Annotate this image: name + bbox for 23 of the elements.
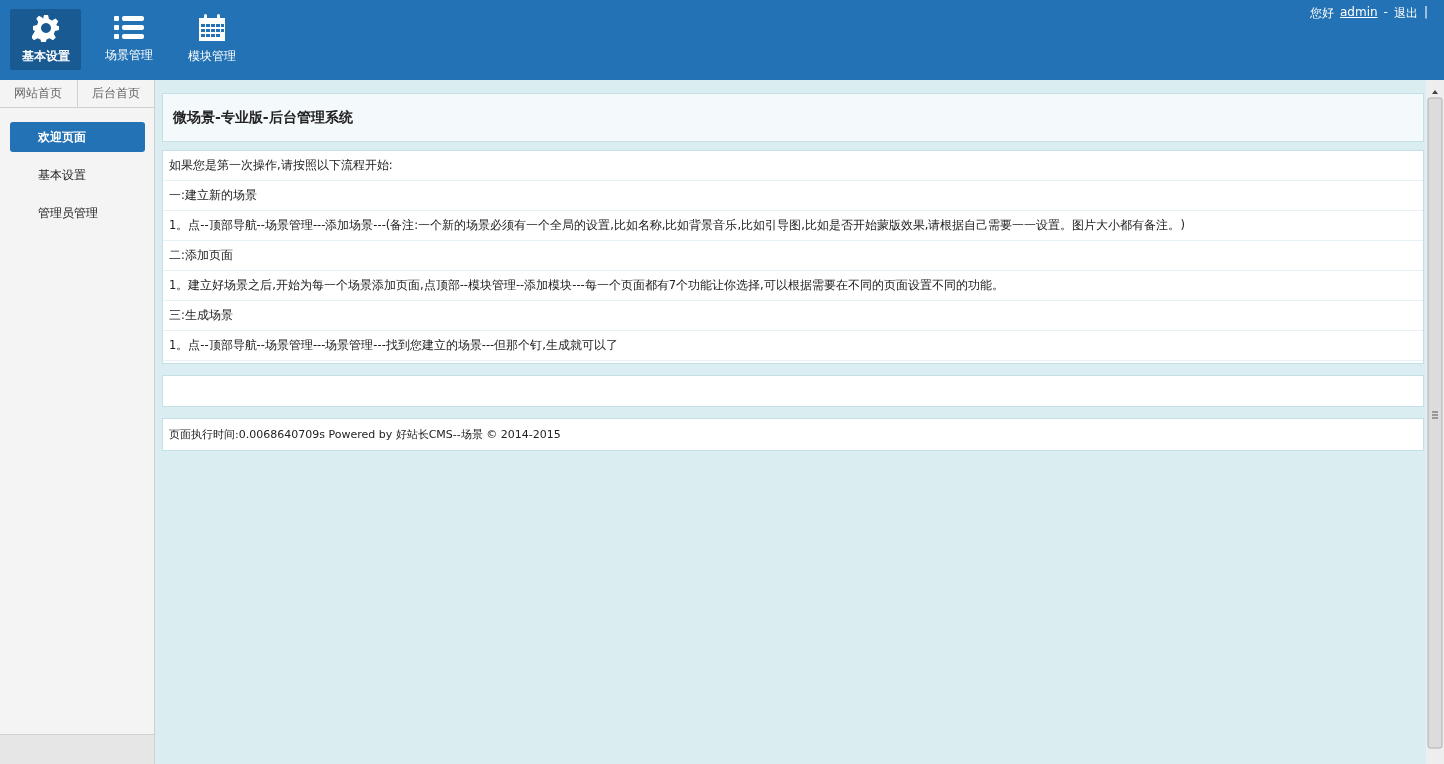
footer-text: 页面执行时间:0.0068640709s Powered by 好站长CMS--场景 © 2014-2015 xyxy=(162,418,1424,451)
logout-link[interactable]: 退出 xyxy=(1393,5,1418,22)
page-title: 微场景-专业版-后台管理系统 xyxy=(162,93,1424,142)
separator-text: - xyxy=(1383,5,1388,21)
instruction-line: 1。建立好场景之后,开始为每一个场景添加页面,点顶部--模块管理--添加模块---每一个页面都有7个功能让你选择,可以根据需要在不同的页面设置不同的功能。 xyxy=(163,271,1423,301)
separator-text: | xyxy=(1423,5,1428,21)
instruction-line: 1。点--顶部导航--场景管理---场景管理---找到您建立的场景---但那个钉,生成就可以了 xyxy=(163,331,1423,361)
nav-tab[interactable]: 场景管理 xyxy=(93,9,164,70)
instruction-line: 如果您是第一次操作,请按照以下流程开始: xyxy=(163,151,1423,181)
username-link[interactable]: admin xyxy=(1340,5,1378,22)
list-icon xyxy=(113,15,144,41)
nav-tab[interactable]: 模块管理 xyxy=(176,9,247,70)
instruction-line: 1。点--顶部导航--场景管理---添加场景---(备注:一个新的场景必须有一个全局的设置,比如名称,比如背景音乐,比如引导图,比如是否开始蒙版效果,请根据自己需要一一设置。图片大小都有备注。) xyxy=(163,211,1423,241)
instruction-line: 三:生成场景 xyxy=(163,301,1423,331)
sidebar-item[interactable]: 管理员管理 xyxy=(10,198,145,228)
instruction-line: 一:建立新的场景 xyxy=(163,181,1423,211)
sidebar-item[interactable]: 欢迎页面 xyxy=(10,122,145,152)
greeting-text: 您好 xyxy=(1310,5,1334,22)
instruction-line: 二:添加页面 xyxy=(163,241,1423,271)
gear-icon xyxy=(31,14,60,42)
sidebar-item[interactable]: 基本设置 xyxy=(10,160,145,190)
nav-tab[interactable]: 基本设置 xyxy=(10,9,81,70)
calendar-icon xyxy=(196,14,227,42)
